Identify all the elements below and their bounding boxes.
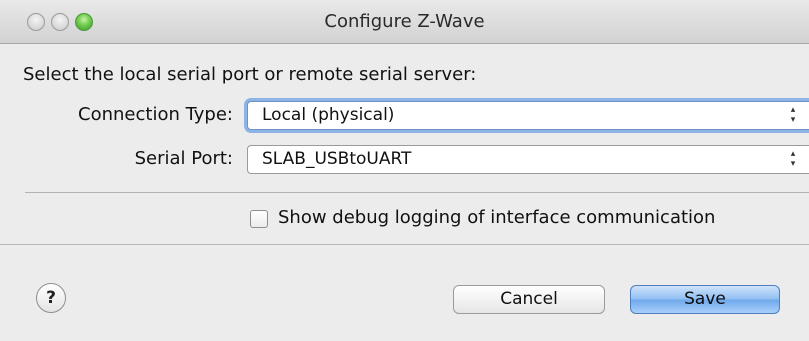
connection-type-value: Local (physical) <box>262 105 395 125</box>
window-title: Configure Z-Wave <box>324 11 485 32</box>
select-stepper-icon: ▴ ▾ <box>790 149 796 169</box>
debug-logging-checkbox[interactable] <box>250 210 268 228</box>
debug-logging-label[interactable]: Show debug logging of interface communic… <box>278 207 715 228</box>
configure-zwave-window: Configure Z-Wave Select the local serial… <box>0 0 809 341</box>
instruction-text: Select the local serial port or remote s… <box>23 64 477 85</box>
footer-divider <box>0 244 809 245</box>
save-button[interactable]: Save <box>630 285 780 314</box>
title-bar: Configure Z-Wave <box>0 0 809 44</box>
help-button[interactable]: ? <box>36 283 66 313</box>
cancel-button[interactable]: Cancel <box>453 285 605 314</box>
divider <box>25 192 809 193</box>
select-stepper-icon: ▴ ▾ <box>790 105 796 125</box>
connection-type-label: Connection Type: <box>78 104 233 125</box>
serial-port-select[interactable]: SLAB_USBtoUART ▴ ▾ <box>247 145 809 174</box>
connection-type-select[interactable]: Local (physical) ▴ ▾ <box>247 101 809 130</box>
serial-port-label: Serial Port: <box>134 148 233 169</box>
serial-port-value: SLAB_USBtoUART <box>262 149 412 169</box>
